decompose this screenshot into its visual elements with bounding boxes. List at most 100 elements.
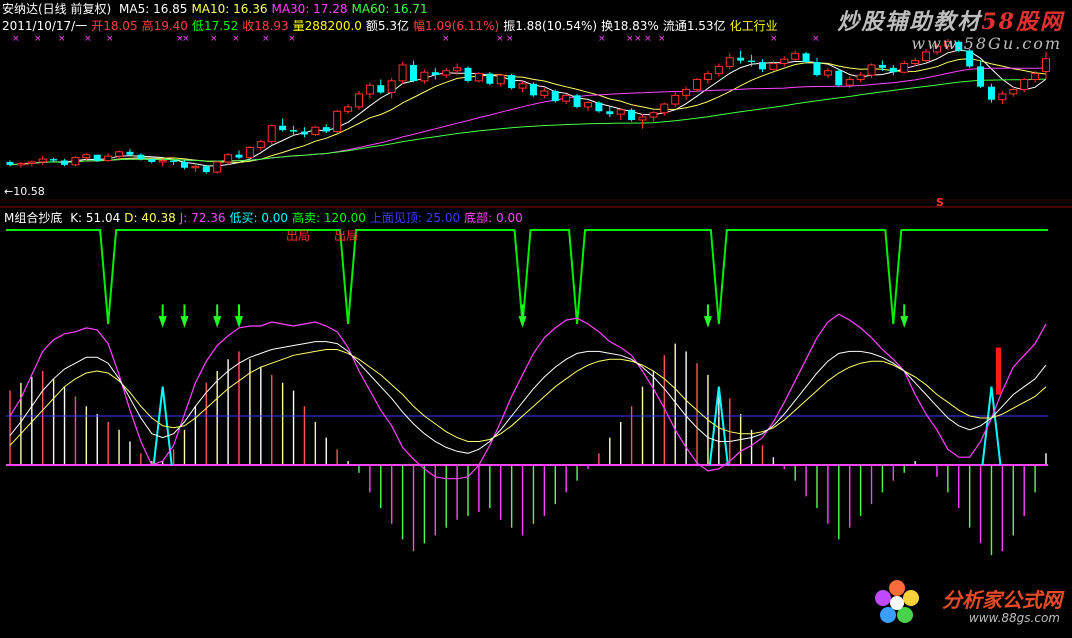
candle-body	[562, 94, 571, 102]
event-marker: ×	[506, 34, 514, 44]
watermark-58gu: 炒股辅助教材58股网	[837, 4, 1064, 36]
candle-body	[148, 159, 156, 162]
candle-body	[780, 58, 789, 65]
sell-arrow-head	[900, 316, 909, 328]
quote-item-1: 开18.05	[91, 19, 138, 33]
candle-body	[245, 146, 254, 159]
k-line	[9, 341, 1047, 454]
candle-body	[311, 126, 320, 135]
candle-body	[104, 155, 113, 161]
candle-body	[158, 159, 167, 163]
candle-body	[420, 71, 429, 82]
candle-body	[431, 72, 439, 76]
indicator-panel: 出局 出局	[6, 229, 1048, 556]
candle-body	[453, 67, 462, 72]
sell-arrow-head	[235, 316, 244, 328]
chart-stage: × × × × × × × × × × × × × × × × × × × × × 出局 出局	[0, 0, 1072, 634]
sell-arrow-icon	[900, 304, 909, 328]
quote-item-2: 高19.40	[141, 19, 188, 33]
event-marker: ×	[658, 34, 666, 44]
event-marker: ×	[34, 34, 42, 44]
candle-body	[344, 106, 353, 112]
candle-body	[616, 109, 625, 115]
candle-body	[791, 52, 800, 60]
ma-item-1: MA10: 16.36	[191, 2, 268, 16]
sell-arrow-head	[180, 316, 189, 328]
quote-item-8: 振1.88(10.54%)	[503, 19, 598, 33]
candle-body	[529, 83, 537, 96]
candle-body	[202, 166, 210, 173]
price-header: 安纳达(日线 前复权) MA5: 16.85 MA10: 16.36 MA30: 1…	[2, 2, 436, 16]
indicator-header: M组合抄底 K: 51.04 D: 40.38 J: 72.36 低买: 0.00 高卖…	[4, 211, 531, 225]
candle-body	[977, 66, 985, 87]
candle-body	[387, 80, 396, 93]
price-panel: × × × × × ×× × × × × × × × × × × × × × ×	[0, 34, 1072, 208]
indicator-item-6: 底部: 0.00	[464, 211, 523, 225]
candle-body	[573, 95, 581, 107]
sell-arrow-icon	[703, 304, 712, 328]
candle-body	[595, 102, 603, 112]
candle-body	[115, 151, 124, 157]
exit-signal-label: 出局	[286, 229, 310, 243]
candle-body	[50, 159, 58, 161]
candle-body	[518, 83, 527, 89]
candle-body	[170, 160, 178, 162]
watermark-58gu-text: 炒股辅助教材	[837, 9, 982, 35]
sell-arrow-icon	[180, 304, 189, 328]
candle-body	[998, 93, 1007, 101]
candle-body	[714, 65, 723, 75]
buy-signal-bar	[996, 347, 1001, 395]
event-marker: ×	[106, 34, 114, 44]
event-marker: ×	[634, 34, 642, 44]
s-marker: S	[936, 196, 944, 209]
quote-item-11: 化工行业	[729, 19, 778, 33]
candle-body	[1020, 78, 1029, 91]
candle-body	[583, 102, 592, 108]
sell-arrow-icon	[235, 304, 244, 328]
candle-body	[82, 154, 91, 159]
candle-body	[508, 75, 516, 89]
candle-body	[93, 154, 101, 161]
candle-body	[671, 94, 680, 105]
candle-body	[682, 89, 691, 96]
candle-body	[737, 57, 745, 61]
ma-item-2: MA30: 17.28	[271, 2, 348, 16]
event-marker: ×	[232, 34, 240, 44]
candle-body	[911, 60, 920, 65]
candle-body	[660, 103, 669, 114]
indicator-item-4: 高卖: 120.00	[292, 211, 366, 225]
ma-item-3: MA60: 16.71	[351, 2, 428, 16]
candle-body	[398, 64, 407, 82]
stock-title: 安纳达(日线 前复权)	[2, 2, 112, 16]
event-marker: ×	[210, 34, 218, 44]
candle-body	[813, 62, 821, 76]
quote-item-10: 流通1.53亿	[662, 19, 726, 33]
candle-body	[16, 162, 25, 166]
candle-body	[758, 62, 766, 70]
candle-body	[279, 125, 287, 131]
candle-body	[823, 70, 832, 76]
candle-body	[61, 160, 69, 165]
ma-line-ma60	[9, 78, 1047, 166]
candle-body	[922, 51, 931, 62]
flower-logo-icon	[875, 580, 919, 623]
indicator-item-1: D: 40.38	[124, 211, 176, 225]
candle-body	[987, 86, 995, 100]
candle-body	[213, 161, 222, 173]
sell-arrow-icon	[158, 304, 167, 328]
candle-body	[256, 141, 265, 148]
quote-item-9: 换18.83%	[601, 19, 659, 33]
watermark-88gs: 分析家公式网	[942, 588, 1062, 612]
candle-body	[725, 57, 734, 67]
candle-body	[1031, 73, 1040, 80]
event-marker: ×	[644, 34, 652, 44]
candle-body	[409, 64, 417, 81]
sell-arrow-head	[158, 316, 167, 328]
sell-arrow-head	[518, 316, 527, 328]
candle-body	[693, 78, 702, 91]
candle-body	[1009, 89, 1018, 95]
watermark-58gu-url: www.58Gu.com	[911, 34, 1062, 53]
ma-line-ma5	[9, 49, 1047, 167]
candle-body	[442, 70, 451, 76]
event-marker: ×	[812, 34, 820, 44]
